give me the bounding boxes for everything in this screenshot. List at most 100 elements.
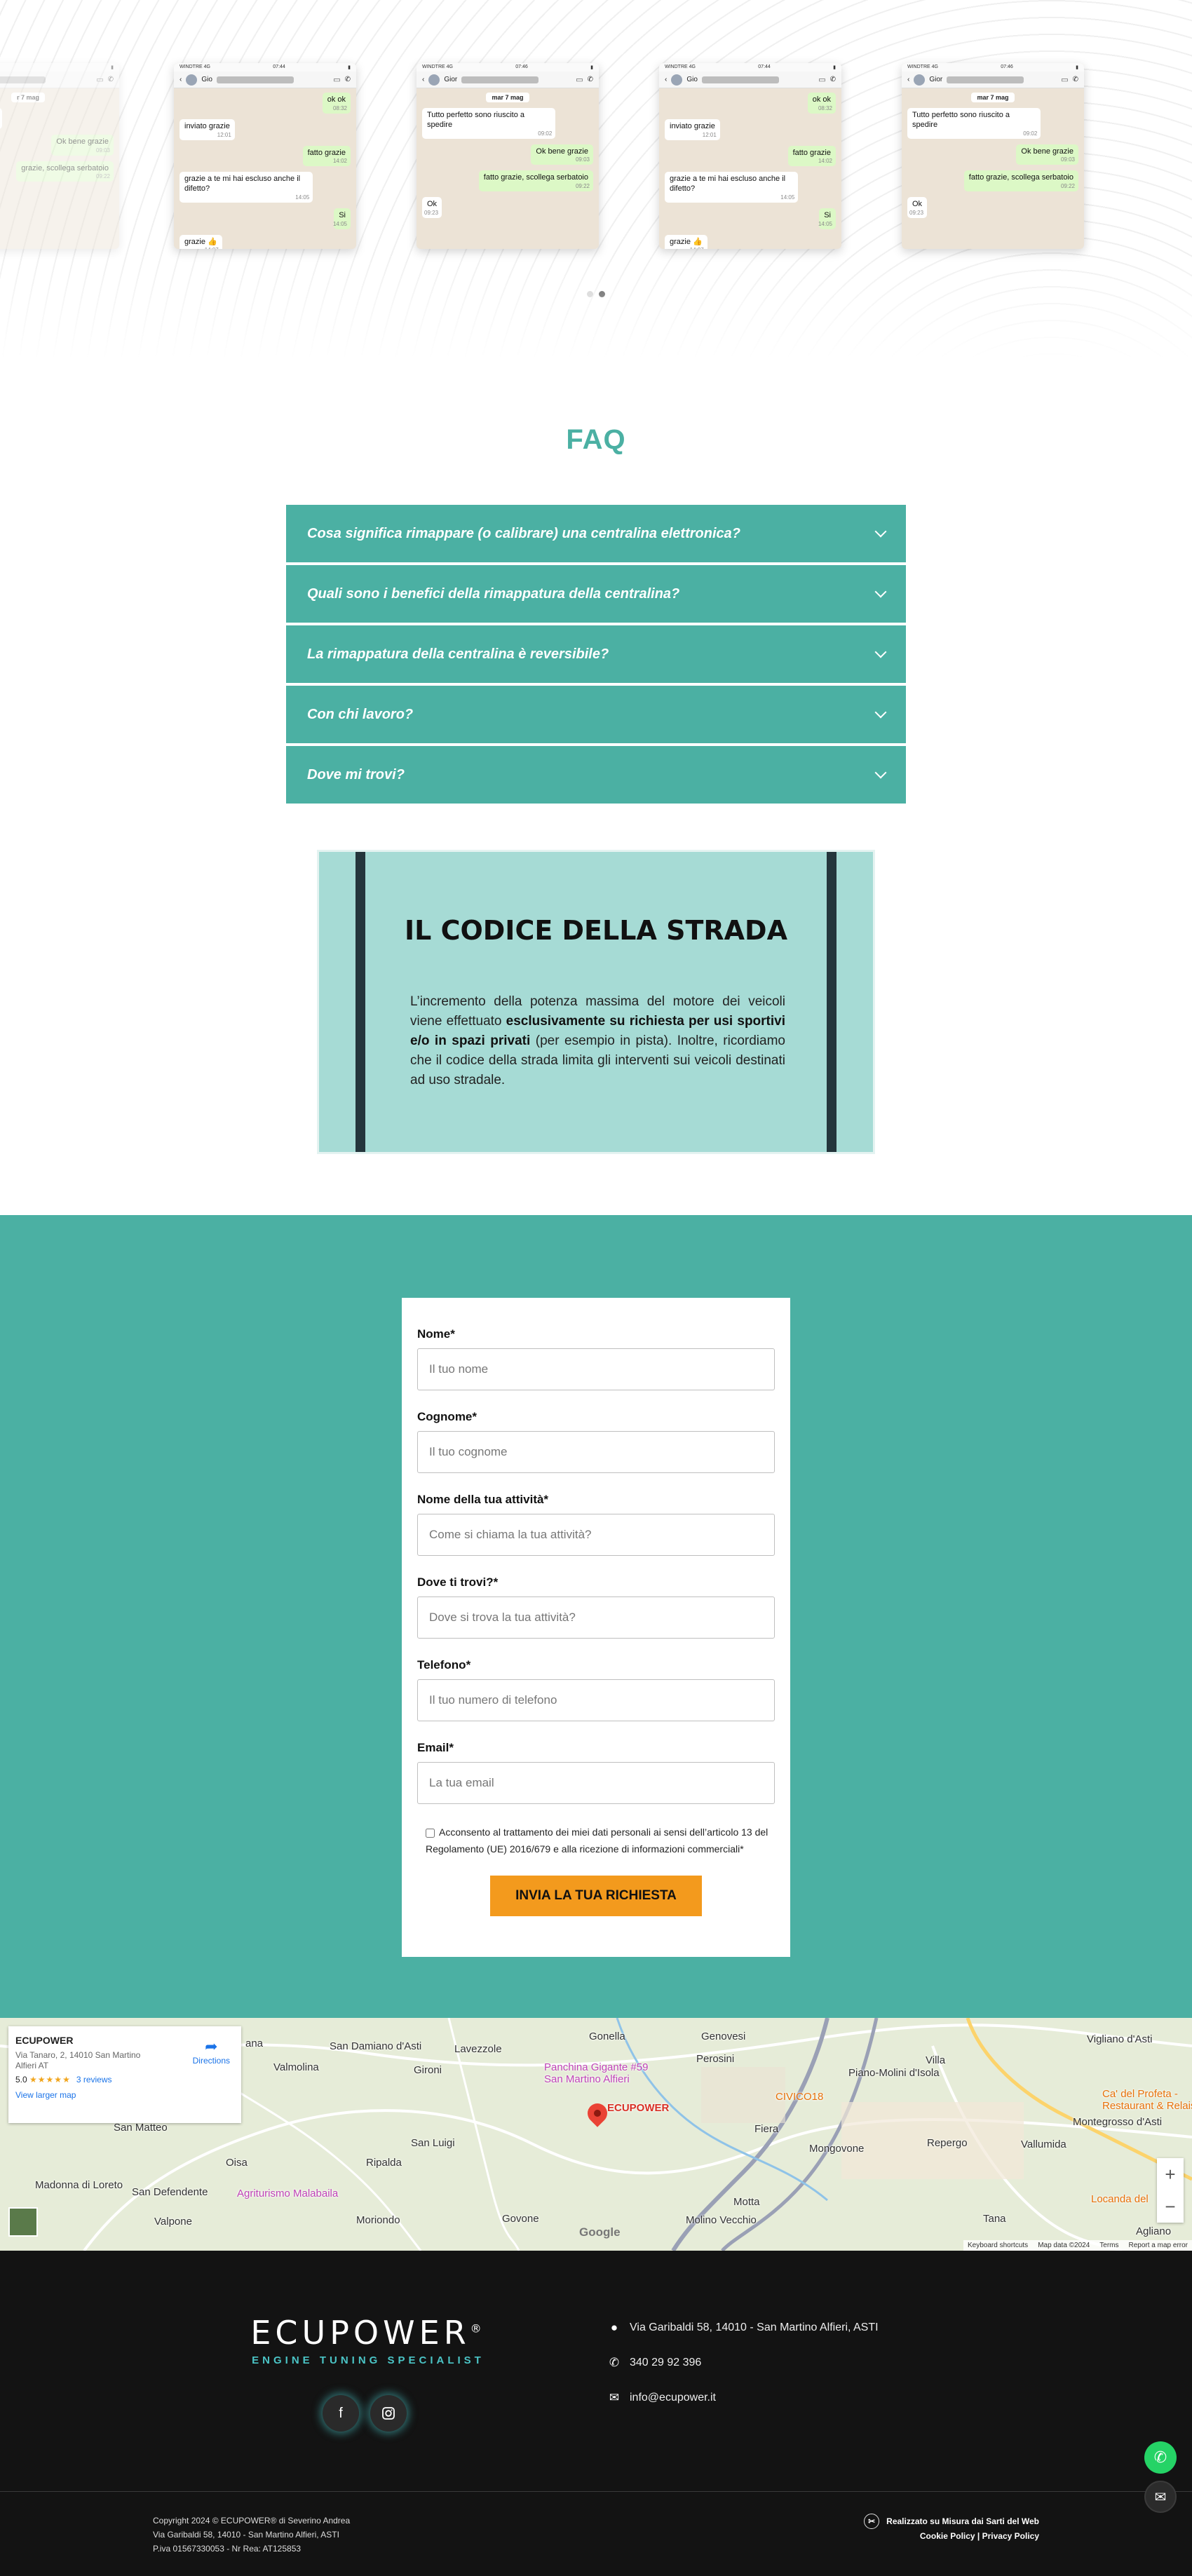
message-text: fatto grazie, scollega serbatoio xyxy=(968,173,1074,182)
blurred-name xyxy=(0,76,46,83)
back-chevron-icon: ‹ xyxy=(180,76,182,83)
map-place-label: ana xyxy=(245,2038,264,2049)
date-chip: r 7 mag xyxy=(11,93,45,102)
footer-logo[interactable]: ECUPOWER® ENGINE TUNING SPECIALIST xyxy=(235,2314,501,2366)
submit-button[interactable]: INVIA LA TUA RICHIESTA xyxy=(490,1876,702,1916)
whatsapp-icon[interactable]: ✆ xyxy=(1144,2441,1177,2474)
carousel-dot-1[interactable] xyxy=(587,291,593,297)
blurred-name xyxy=(947,76,1024,83)
clock-text: 07:44 xyxy=(273,65,285,69)
carousel-dot-2[interactable] xyxy=(599,291,605,297)
zoom-out-icon[interactable]: − xyxy=(1165,2196,1175,2218)
facebook-icon[interactable]: f xyxy=(323,2395,359,2432)
map-place-label: Ca' del Profeta - Restaurant & Relais xyxy=(1102,2088,1192,2112)
video-call-icon: ▭ xyxy=(1061,76,1069,84)
nome-label: Nome* xyxy=(417,1327,455,1341)
blurred-name xyxy=(461,76,539,83)
message-text: inviato grazie xyxy=(670,121,715,130)
cognome-input[interactable] xyxy=(417,1431,775,1473)
telefono-input[interactable] xyxy=(417,1679,775,1721)
policy-links[interactable]: Cookie Policy | Privacy Policy xyxy=(864,2529,1039,2543)
report-error-link[interactable]: Report a map error xyxy=(1129,2242,1188,2249)
instagram-icon[interactable] xyxy=(370,2395,407,2432)
chat-bubble: fatto grazie, scollega serbatoio 09:22 xyxy=(963,170,1078,191)
map-place-label: Vigliano d'Asti xyxy=(1087,2033,1153,2045)
map-attribution: Keyboard shortcuts Map data ©2024 Terms … xyxy=(963,2240,1192,2251)
reviews-link[interactable]: 3 reviews xyxy=(76,2075,112,2084)
faq-item[interactable]: Cosa significa rimappare (o calibrare) u… xyxy=(286,505,906,562)
tailor-logo-icon: ✂ xyxy=(864,2514,880,2529)
road-code-notice: IL CODICE DELLA STRADA L’incremento dell… xyxy=(317,850,875,1154)
faq-item[interactable]: Con chi lavoro? xyxy=(286,686,906,743)
map-place-label: Valmolina xyxy=(273,2061,319,2073)
blurred-name xyxy=(701,76,779,83)
faq-question: Quali sono i benefici della rimappatura … xyxy=(307,585,680,602)
message-time: 09:02 xyxy=(538,130,553,137)
message-time: 09:02 xyxy=(1023,130,1038,137)
map-place-label: Piano-Molini d'Isola xyxy=(848,2067,940,2079)
message-time: 14:05 xyxy=(818,220,832,227)
directions-button[interactable]: ➦ Directions xyxy=(193,2038,230,2066)
message-time: 08:32 xyxy=(332,104,347,111)
faq-item[interactable]: La rimappatura della centralina è revers… xyxy=(286,625,906,683)
credits-link[interactable]: Realizzato su Misura dai Sarti del Web xyxy=(886,2514,1039,2528)
message-time: 14:05 xyxy=(780,194,795,201)
faq-item[interactable]: Dove mi trovi? xyxy=(286,746,906,804)
chat-bubble: Ok bene grazie 09:03 xyxy=(531,144,593,165)
chevron-down-icon xyxy=(874,766,887,779)
video-call-icon: ▭ xyxy=(576,76,583,84)
message-time: 09:03 xyxy=(575,156,590,163)
map-data-text: Map data ©2024 xyxy=(1038,2242,1090,2249)
contact-name: Gio xyxy=(201,76,212,83)
message-time: 09:22 xyxy=(1060,183,1075,189)
copyright-block: Copyright 2024 © ECUPOWER® di Severino A… xyxy=(153,2514,350,2556)
attivita-input[interactable] xyxy=(417,1514,775,1556)
zoom-in-icon[interactable]: + xyxy=(1165,2164,1175,2185)
directions-icon: ➦ xyxy=(205,2038,218,2055)
message-text: fatto grazie, scollega serbatoio xyxy=(483,173,588,182)
map-place-label: ECUPOWER xyxy=(607,2102,670,2114)
contact-name: Gior xyxy=(444,76,458,83)
map-place-label: Moriondo xyxy=(356,2214,400,2226)
map-card-address: Via Tanaro, 2, 14010 San Martino Alfieri… xyxy=(15,2050,141,2070)
message-text: Tutto perfetto sono riuscito a spedire xyxy=(427,111,524,129)
map-card-rating: 5.0 ★★★★★ 3 reviews xyxy=(15,2075,234,2084)
message-text: grazie 👍 xyxy=(184,237,217,246)
satellite-toggle[interactable] xyxy=(8,2207,38,2237)
message-text: fatto grazie xyxy=(792,148,831,157)
nome-input[interactable] xyxy=(417,1348,775,1390)
chevron-down-icon xyxy=(874,706,887,719)
chat-bubble: Ok 09:23 xyxy=(422,197,442,218)
email-input[interactable] xyxy=(417,1762,775,1804)
message-time: 14:07 xyxy=(690,247,704,249)
message-text: Ok xyxy=(912,200,923,208)
floating-mail-icon[interactable]: ✉ xyxy=(1144,2481,1177,2513)
carrier-text: WINDTRE 4G xyxy=(180,65,210,69)
chat-header: ‹▭✆ xyxy=(0,72,119,88)
call-icon: ✆ xyxy=(829,76,836,83)
carrier-text: WINDTRE 4G xyxy=(422,65,453,69)
message-text: grazie, scollega serbatoio xyxy=(21,163,109,172)
battery-icon: ▮ xyxy=(833,65,836,70)
footer-phone[interactable]: ✆ 340 29 92 396 xyxy=(607,2356,701,2370)
social-links: f xyxy=(323,2395,407,2432)
map-place-label: Valpone xyxy=(154,2216,192,2228)
message-time: 09:23 xyxy=(909,209,924,216)
chat-bubble: grazie, scollega serbatoio 09:22 xyxy=(16,161,114,182)
message-time: 14:02 xyxy=(332,158,347,165)
testimonials-carousel[interactable]: ▮‹▭✆r 7 magsono riuscito a09:02Ok bene g… xyxy=(0,0,1192,359)
message-time: 09:22 xyxy=(95,173,110,180)
location-pin-icon: ● xyxy=(610,2321,618,2334)
terms-link[interactable]: Terms xyxy=(1099,2242,1118,2249)
phone-status-bar: ▮ xyxy=(0,63,119,72)
faq-item[interactable]: Quali sono i benefici della rimappatura … xyxy=(286,565,906,623)
consent-checkbox[interactable] xyxy=(426,1828,435,1838)
view-larger-map-link[interactable]: View larger map xyxy=(15,2090,234,2100)
map-place-label: Govone xyxy=(502,2213,539,2225)
message-time: 09:03 xyxy=(1060,156,1075,163)
keyboard-shortcuts-link[interactable]: Keyboard shortcuts xyxy=(968,2242,1028,2249)
google-map[interactable]: Gonella Genovesi Vigliano d'Asti Lavezzole S… xyxy=(0,2018,1192,2251)
location-input[interactable] xyxy=(417,1597,775,1639)
footer-email[interactable]: ✉ info@ecupower.it xyxy=(607,2391,716,2405)
field-email: Email* xyxy=(417,1741,775,1804)
